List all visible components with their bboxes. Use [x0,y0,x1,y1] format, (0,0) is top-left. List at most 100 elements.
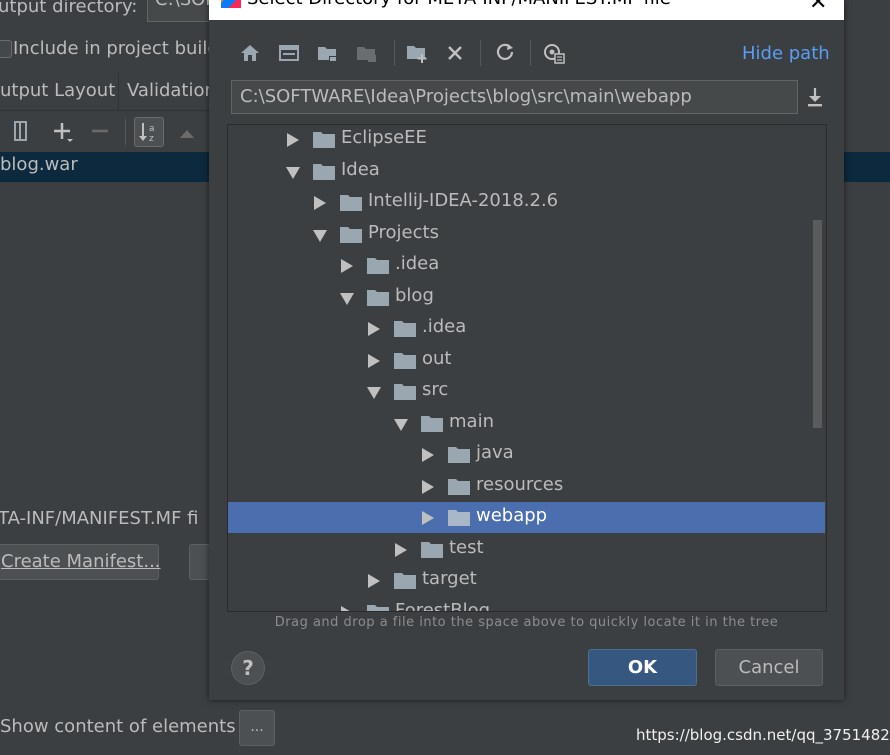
ok-button[interactable]: OK [588,649,697,686]
sort-alphabetically-icon[interactable]: az [134,117,164,147]
add-icon[interactable] [52,121,74,143]
tree-node[interactable]: out [228,345,825,376]
tree-node[interactable]: target [228,565,825,596]
expand-arrow-icon[interactable] [422,479,434,494]
tree-node-label: test [449,536,484,558]
folder-icon [421,415,443,432]
intellij-app-icon [221,0,241,8]
folder-icon [448,510,470,526]
artifact-tabs: utput Layout Validation [0,72,220,111]
tree-node[interactable]: webapp [228,502,825,533]
folder-icon [367,604,389,611]
tree-node[interactable]: .idea [228,250,825,281]
home-icon[interactable] [237,40,263,66]
include-in-build-label: Include in project build [13,38,219,59]
path-input[interactable]: C:\SOFTWARE\Idea\Projects\blog\src\main\… [231,80,798,114]
show-hidden-icon[interactable] [541,40,567,66]
folder-icon [340,226,362,243]
download-path-icon[interactable] [803,84,827,110]
desktop-icon[interactable] [276,40,302,66]
show-content-label: Show content of elements [0,716,236,737]
folder-icon [367,258,389,274]
watermark-url: https://blog.csdn.net/qq_37514822 [636,726,890,744]
folder-icon [340,195,362,211]
new-folder-icon[interactable] [404,40,430,66]
tree-node-label: webapp [476,505,548,526]
expand-arrow-icon[interactable] [314,196,326,210]
collapse-arrow-icon[interactable] [286,166,300,179]
tree-node-label: resources [476,473,564,495]
artifact-row-label: blog.war [0,154,78,175]
tree-node[interactable]: EclipseEE [228,125,825,155]
collapse-arrow-icon[interactable] [340,292,354,305]
show-content-options-button[interactable]: ... [239,710,275,746]
close-icon[interactable]: ✕ [809,0,827,15]
folder-icon [421,541,443,558]
tree-node-label: IntelliJ-IDEA-2018.2.6 [368,190,559,211]
tree-node[interactable]: java [228,439,825,470]
tree-node[interactable]: src [228,376,825,407]
refresh-icon[interactable] [492,40,518,66]
help-button[interactable]: ? [231,651,265,685]
tab-output-layout[interactable]: utput Layout [0,72,119,110]
tree-node-label: blog [395,284,434,306]
collapse-arrow-icon[interactable] [394,418,408,431]
collapse-arrow-icon[interactable] [367,387,381,399]
hide-path-link[interactable]: Hide path [742,43,830,64]
dialog-toolbar: Hide path [209,30,844,74]
folder-icon [448,447,470,463]
collapse-arrow-icon[interactable] [313,229,327,242]
folder-icon [367,289,389,306]
manifest-path-label: TA-INF/MANIFEST.MF fi [0,508,199,529]
dialog-title: Select Directory for META-INF/MANIFEST.M… [247,0,671,9]
tree-node[interactable]: blog [228,282,825,313]
tree-node[interactable]: test [228,534,825,565]
tree-node-label: ForestBlog [395,599,491,612]
toolbar-separator [394,40,395,66]
expand-arrow-icon[interactable] [368,322,380,336]
tree-node-label: .idea [395,253,440,274]
tab-validation[interactable]: Validation [127,72,216,110]
tree-scrollbar[interactable] [813,220,822,428]
output-directory-label: utput directory: [0,0,138,17]
expand-arrow-icon[interactable] [341,259,353,273]
tree-node[interactable]: .idea [228,313,825,344]
toolbar-separator [480,40,481,66]
archive-icon[interactable] [13,121,29,141]
dialog-titlebar[interactable]: Select Directory for META-INF/MANIFEST.M… [209,0,844,20]
toolbar-separator [125,119,126,145]
tree-node-label: src [422,379,449,400]
svg-text:z: z [149,134,154,144]
expand-arrow-icon[interactable] [368,353,380,368]
tree-node-label: EclipseEE [341,127,427,148]
expand-arrow-icon[interactable] [287,133,299,147]
tree-node-label: java [476,442,514,463]
delete-icon[interactable] [442,40,468,66]
folder-icon [448,478,470,495]
include-in-build-checkbox[interactable] [0,40,12,58]
folder-icon [313,163,335,180]
expand-arrow-icon[interactable] [341,605,353,611]
tree-node[interactable]: Idea [228,156,825,187]
svg-text:a: a [149,124,155,134]
project-folder-icon[interactable] [315,40,341,66]
tree-node[interactable]: resources [228,471,825,502]
move-up-icon[interactable] [178,125,196,138]
create-manifest-button[interactable]: Create Manifest... [0,544,161,580]
tree-node[interactable]: IntelliJ-IDEA-2018.2.6 [228,187,825,218]
expand-arrow-icon[interactable] [368,574,380,588]
tree-node[interactable]: main [228,408,825,439]
expand-arrow-icon[interactable] [422,511,434,525]
expand-arrow-icon[interactable] [395,542,407,557]
directory-tree[interactable]: ForestBlog target test webapp resources java m… [227,124,827,612]
folder-icon [394,321,416,337]
tree-node[interactable]: ForestBlog [228,597,825,612]
cancel-button[interactable]: Cancel [715,649,823,686]
remove-icon[interactable] [90,121,110,141]
expand-arrow-icon[interactable] [422,448,434,462]
drag-drop-hint: Drag and drop a file into the space abov… [274,615,779,630]
layout-toolbar: az [0,113,220,151]
folder-icon [313,132,335,148]
module-folder-icon[interactable] [354,40,380,66]
tree-node[interactable]: Projects [228,219,825,250]
